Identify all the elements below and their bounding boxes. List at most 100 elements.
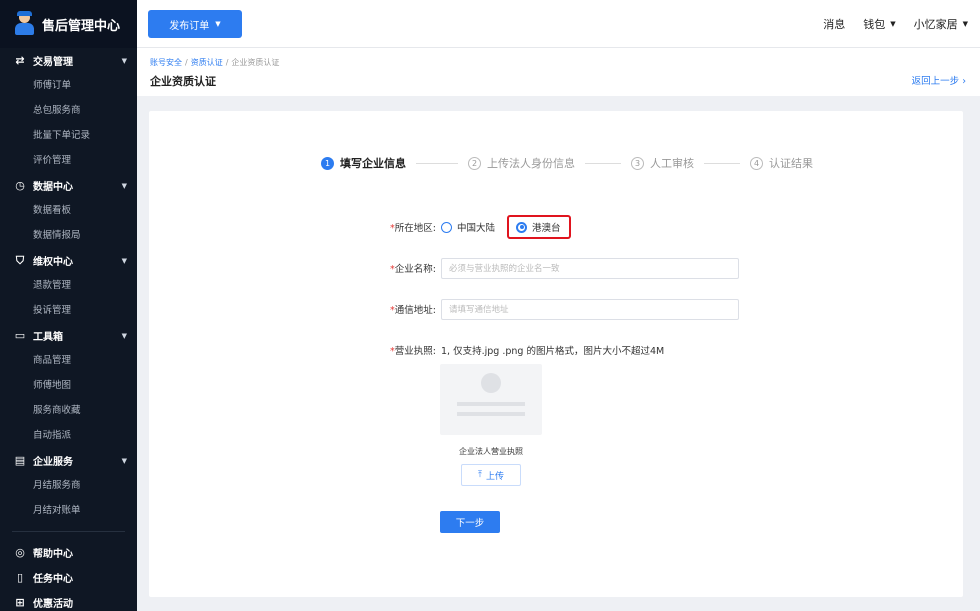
sidebar-item-dashboard[interactable]: 数据看板 <box>0 198 137 223</box>
address-label: *通信地址: <box>390 305 436 316</box>
step-connector <box>585 162 621 164</box>
step-number: 3 <box>631 156 644 170</box>
sidebar-item-refunds[interactable]: 退款管理 <box>0 273 137 298</box>
shield-icon: ⛉ <box>15 253 25 267</box>
sidebar-group-label: 任务中心 <box>33 574 73 585</box>
step-1: 1 填写企业信息 <box>321 155 406 171</box>
sidebar-group-label: 数据中心 <box>33 182 73 193</box>
upload-label: 上传 <box>485 471 504 482</box>
sidebar-item-monthly-statements[interactable]: 月结对账单 <box>0 498 137 523</box>
task-icon: ▯ <box>16 571 24 584</box>
company-name-row: *企业名称: 必须与营业执照的企业名一致 <box>369 257 769 279</box>
step-label: 上传法人身份信息 <box>487 157 575 170</box>
sidebar-item-worker-orders[interactable]: 师傅订单 <box>0 73 137 98</box>
step-3: 3 人工审核 <box>631 155 694 171</box>
sidebar-group-data[interactable]: ◷ 数据中心 ▼ <box>0 173 137 198</box>
step-4: 4 认证结果 <box>750 155 813 171</box>
sidebar-item-complaints[interactable]: 投诉管理 <box>0 298 137 323</box>
upload-icon: ⤒ <box>478 470 482 480</box>
caret-down-icon: ▼ <box>962 20 968 28</box>
address-row: *通信地址: 请填写通信地址 <box>369 298 769 320</box>
page-title: 企业资质认证 <box>150 75 216 88</box>
next-step-button[interactable]: 下一步 <box>440 511 500 533</box>
company-name-input[interactable]: 必须与营业执照的企业名一致 <box>441 257 739 279</box>
sidebar: 售后管理中心 ⇄ 交易管理 ▼ 师傅订单 总包服务商 批量下单记录 评价管理 ◷… <box>0 0 137 611</box>
steps-bar: 1 填写企业信息 2 上传法人身份信息 3 人工审核 4 认证结果 <box>321 155 813 171</box>
qualification-form: *所在地区: 中国大陆 港澳台 *企业名称: 必须与营业执照的企业名一致 *通信… <box>369 215 769 380</box>
radio-label: 港澳台 <box>532 223 561 234</box>
breadcrumb-qualification[interactable]: 资质认证 <box>191 58 223 67</box>
sidebar-group-rights[interactable]: ⛉ 维权中心 ▼ <box>0 248 137 273</box>
step-label: 填写企业信息 <box>340 157 406 170</box>
breadcrumb-account-security[interactable]: 账号安全 <box>150 58 182 67</box>
top-right-menu: 消息 钱包 ▼ 小忆家居 ▼ <box>823 0 968 48</box>
swap-icon: ⇄ <box>15 54 25 67</box>
main-card: 1 填写企业信息 2 上传法人身份信息 3 人工审核 4 认证结果 *所在地区:… <box>149 111 963 597</box>
sidebar-group-label: 帮助中心 <box>33 549 73 560</box>
sidebar-group-label: 优惠活动 <box>33 599 73 610</box>
caret-down-icon: ▼ <box>121 56 127 65</box>
caret-down-icon: ▼ <box>215 20 221 28</box>
sidebar-group-toolbox[interactable]: ▭ 工具箱 ▼ <box>0 323 137 348</box>
sidebar-item-products[interactable]: 商品管理 <box>0 348 137 373</box>
caret-down-icon: ▼ <box>121 256 127 265</box>
wallet-dropdown[interactable]: 钱包 ▼ <box>863 16 895 32</box>
radio-checked-icon <box>516 221 528 233</box>
region-row: *所在地区: 中国大陆 港澳台 <box>369 215 769 239</box>
step-connector <box>704 162 740 164</box>
publish-order-label: 发布订单 <box>169 20 210 32</box>
brand[interactable]: 售后管理中心 <box>0 0 137 48</box>
worker-avatar-icon <box>14 11 34 36</box>
step-number: 1 <box>321 156 334 170</box>
caret-down-icon: ▼ <box>121 331 127 340</box>
sidebar-item-favorites[interactable]: 服务商收藏 <box>0 398 137 423</box>
breadcrumb: 账号安全 / 资质认证 / 企业资质认证 <box>150 58 280 67</box>
license-row: *营业执照: 1, 仅支持.jpg .png 的图片格式，图片大小不超过4M <box>369 339 769 361</box>
breadcrumb-current: 企业资质认证 <box>231 58 280 67</box>
sidebar-group-enterprise[interactable]: ▤ 企业服务 ▼ <box>0 448 137 473</box>
region-label: *所在地区: <box>390 223 436 234</box>
step-label: 认证结果 <box>769 157 813 170</box>
sidebar-item-auto-assign[interactable]: 自动指派 <box>0 423 137 448</box>
upload-area: 企业法人营业执照 ⤒ 上传 <box>440 364 542 486</box>
sidebar-item-reviews[interactable]: 评价管理 <box>0 148 137 173</box>
sidebar-help[interactable]: ◎ 帮助中心 <box>0 540 137 565</box>
sidebar-item-data-intel[interactable]: 数据情报局 <box>0 223 137 248</box>
sidebar-group-label: 交易管理 <box>33 57 73 68</box>
messages-link[interactable]: 消息 <box>823 16 845 32</box>
sidebar-promotions[interactable]: ⊞ 优惠活动 <box>0 590 137 611</box>
upload-caption: 企业法人营业执照 <box>459 447 523 456</box>
step-connector <box>416 162 458 164</box>
top-bar: 发布订单 ▼ 消息 钱包 ▼ 小忆家居 ▼ <box>137 0 980 48</box>
clock-icon: ◷ <box>15 179 25 192</box>
region-hk-mo-tw-radio[interactable]: 港澳台 <box>516 220 561 234</box>
sidebar-divider <box>12 531 125 532</box>
sidebar-group-label: 维权中心 <box>33 257 73 268</box>
chevron-right-icon: › <box>962 76 966 87</box>
page-header: 账号安全 / 资质认证 / 企业资质认证 企业资质认证 返回上一步 › <box>137 48 980 96</box>
publish-order-button[interactable]: 发布订单 ▼ <box>148 10 242 38</box>
sidebar-group-trade[interactable]: ⇄ 交易管理 ▼ <box>0 48 137 73</box>
help-icon: ◎ <box>15 546 25 559</box>
sidebar-item-batch-orders[interactable]: 批量下单记录 <box>0 123 137 148</box>
upload-button[interactable]: ⤒ 上传 <box>461 464 521 486</box>
sidebar-group-label: 企业服务 <box>33 457 73 468</box>
step-2: 2 上传法人身份信息 <box>468 155 575 171</box>
back-label: 返回上一步 <box>911 76 960 87</box>
back-link[interactable]: 返回上一步 › <box>912 73 966 87</box>
license-placeholder-image <box>440 364 542 435</box>
sidebar-item-general-contractors[interactable]: 总包服务商 <box>0 98 137 123</box>
license-note: 1, 仅支持.jpg .png 的图片格式，图片大小不超过4M <box>441 346 665 357</box>
license-label: *营业执照: <box>390 346 436 357</box>
user-dropdown[interactable]: 小忆家居 ▼ <box>914 16 968 32</box>
sidebar-group-label: 工具箱 <box>33 332 63 343</box>
caret-down-icon: ▼ <box>121 181 127 190</box>
sidebar-item-worker-map[interactable]: 师傅地图 <box>0 373 137 398</box>
user-name: 小忆家居 <box>913 18 958 31</box>
company-name-label: *企业名称: <box>390 264 436 275</box>
sidebar-item-monthly-providers[interactable]: 月结服务商 <box>0 473 137 498</box>
region-mainland-radio[interactable]: 中国大陆 <box>441 220 495 234</box>
sidebar-tasks[interactable]: ▯ 任务中心 <box>0 565 137 590</box>
address-input[interactable]: 请填写通信地址 <box>441 298 739 320</box>
toolbox-icon: ▭ <box>14 329 26 342</box>
